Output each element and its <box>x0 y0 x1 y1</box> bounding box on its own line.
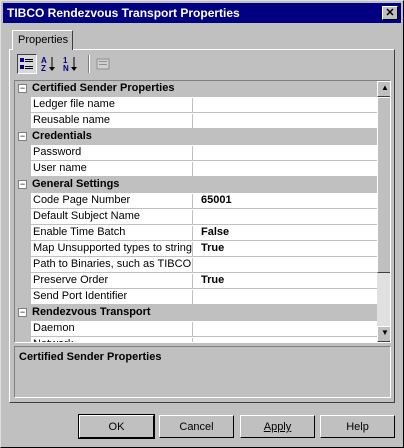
property-row[interactable]: Send Port Identifier <box>15 289 377 305</box>
property-row[interactable]: Code Page Number 65001 <box>15 193 377 209</box>
tab-properties[interactable]: Properties <box>12 30 73 50</box>
row-gutter <box>15 193 31 209</box>
row-gutter <box>15 289 31 305</box>
row-gutter <box>15 337 31 342</box>
row-gutter <box>15 209 31 225</box>
scroll-up-button[interactable]: ▲ <box>377 81 390 97</box>
collapse-toggle-icon[interactable]: − <box>18 180 27 189</box>
property-value[interactable]: True <box>201 242 224 254</box>
collapse-toggle-icon[interactable]: − <box>18 84 27 93</box>
property-row[interactable]: Preserve Order True <box>15 273 377 289</box>
property-row[interactable]: Default Subject Name <box>15 209 377 225</box>
category-label: Rendezvous Transport <box>32 306 151 318</box>
property-name: Enable Time Batch <box>32 226 193 241</box>
property-row[interactable]: Network <box>15 337 377 342</box>
svg-text:Z: Z <box>41 64 46 73</box>
sort-numeric-button[interactable]: 1 N <box>61 54 81 74</box>
row-gutter <box>15 225 31 241</box>
cancel-button[interactable]: Cancel <box>159 415 234 438</box>
row-gutter <box>15 113 31 129</box>
sort-numeric-icon: 1 N <box>63 56 77 73</box>
property-name: Code Page Number <box>32 194 193 209</box>
property-row[interactable]: User name <box>15 161 377 177</box>
scroll-thumb[interactable] <box>377 97 390 273</box>
row-gutter <box>15 321 31 337</box>
property-grid: − Certified Sender Properties Ledger file … <box>14 80 391 343</box>
property-name: Default Subject Name <box>32 210 193 225</box>
category-row[interactable]: − Rendezvous Transport <box>15 305 377 321</box>
apply-button[interactable]: Apply <box>240 415 315 438</box>
categorized-view-button[interactable] <box>17 54 37 74</box>
grid-vertical-scrollbar[interactable]: ▲ ▼ <box>377 81 390 342</box>
category-row[interactable]: − Credentials <box>15 129 377 145</box>
property-pages-button[interactable] <box>93 54 113 74</box>
row-gutter <box>15 97 31 113</box>
property-name: Network <box>32 338 193 342</box>
property-row[interactable]: Password <box>15 145 377 161</box>
collapse-toggle-icon[interactable]: − <box>18 308 27 317</box>
scroll-down-icon: ▼ <box>381 328 389 337</box>
sort-alpha-icon: A Z <box>41 56 55 73</box>
property-name: Preserve Order <box>32 274 193 289</box>
property-name: Reusable name <box>32 114 193 129</box>
property-name: Daemon <box>32 322 193 337</box>
ok-button[interactable]: OK <box>78 414 155 439</box>
property-row[interactable]: Path to Binaries, such as TIBCO <box>15 257 377 273</box>
row-gutter <box>15 161 31 177</box>
property-name: Password <box>32 146 193 161</box>
property-row[interactable]: Enable Time Batch False <box>15 225 377 241</box>
property-name: Ledger file name <box>32 98 193 113</box>
properties-dialog: TIBCO Rendezvous Transport Properties ✕ … <box>0 0 404 448</box>
property-row[interactable]: Ledger file name <box>15 97 377 113</box>
help-button-label: Help <box>346 421 369 433</box>
sort-az-button[interactable]: A Z <box>39 54 59 74</box>
property-name: Path to Binaries, such as TIBCO <box>32 258 193 273</box>
property-pages-icon <box>96 58 110 70</box>
description-title: Certified Sender Properties <box>19 351 162 363</box>
ok-button-label: OK <box>108 421 125 433</box>
row-gutter <box>15 257 31 273</box>
property-row[interactable]: Daemon <box>15 321 377 337</box>
row-gutter <box>15 273 31 289</box>
property-name: Send Port Identifier <box>32 290 193 305</box>
tab-properties-label: Properties <box>18 34 69 46</box>
close-button[interactable]: ✕ <box>382 6 398 20</box>
scroll-down-button[interactable]: ▼ <box>377 326 390 342</box>
collapse-toggle-icon[interactable]: − <box>18 132 27 141</box>
category-row[interactable]: − Certified Sender Properties <box>15 81 377 97</box>
category-label: Credentials <box>32 130 92 142</box>
property-value[interactable]: False <box>201 226 229 238</box>
help-button[interactable]: Help <box>320 415 395 438</box>
property-value[interactable]: 65001 <box>201 194 232 206</box>
toolbar-separator <box>88 55 90 73</box>
window-title: TIBCO Rendezvous Transport Properties <box>7 6 240 20</box>
scroll-up-icon: ▲ <box>381 83 389 92</box>
row-gutter <box>15 145 31 161</box>
category-row[interactable]: − General Settings <box>15 177 377 193</box>
category-label: Certified Sender Properties <box>32 82 175 94</box>
description-pane: Certified Sender Properties <box>14 346 391 398</box>
property-name: Map Unsupported types to string <box>32 242 193 257</box>
property-row[interactable]: Map Unsupported types to string True <box>15 241 377 257</box>
category-label: General Settings <box>32 178 120 190</box>
row-gutter <box>15 241 31 257</box>
property-name: User name <box>32 162 193 177</box>
categorized-icon <box>20 58 33 69</box>
cancel-button-label: Cancel <box>179 421 214 433</box>
svg-text:N: N <box>63 64 69 73</box>
apply-button-label: Apply <box>263 421 292 433</box>
property-value[interactable]: True <box>201 274 224 286</box>
title-bar[interactable]: TIBCO Rendezvous Transport Properties ✕ <box>3 3 401 23</box>
property-row[interactable]: Reusable name <box>15 113 377 129</box>
